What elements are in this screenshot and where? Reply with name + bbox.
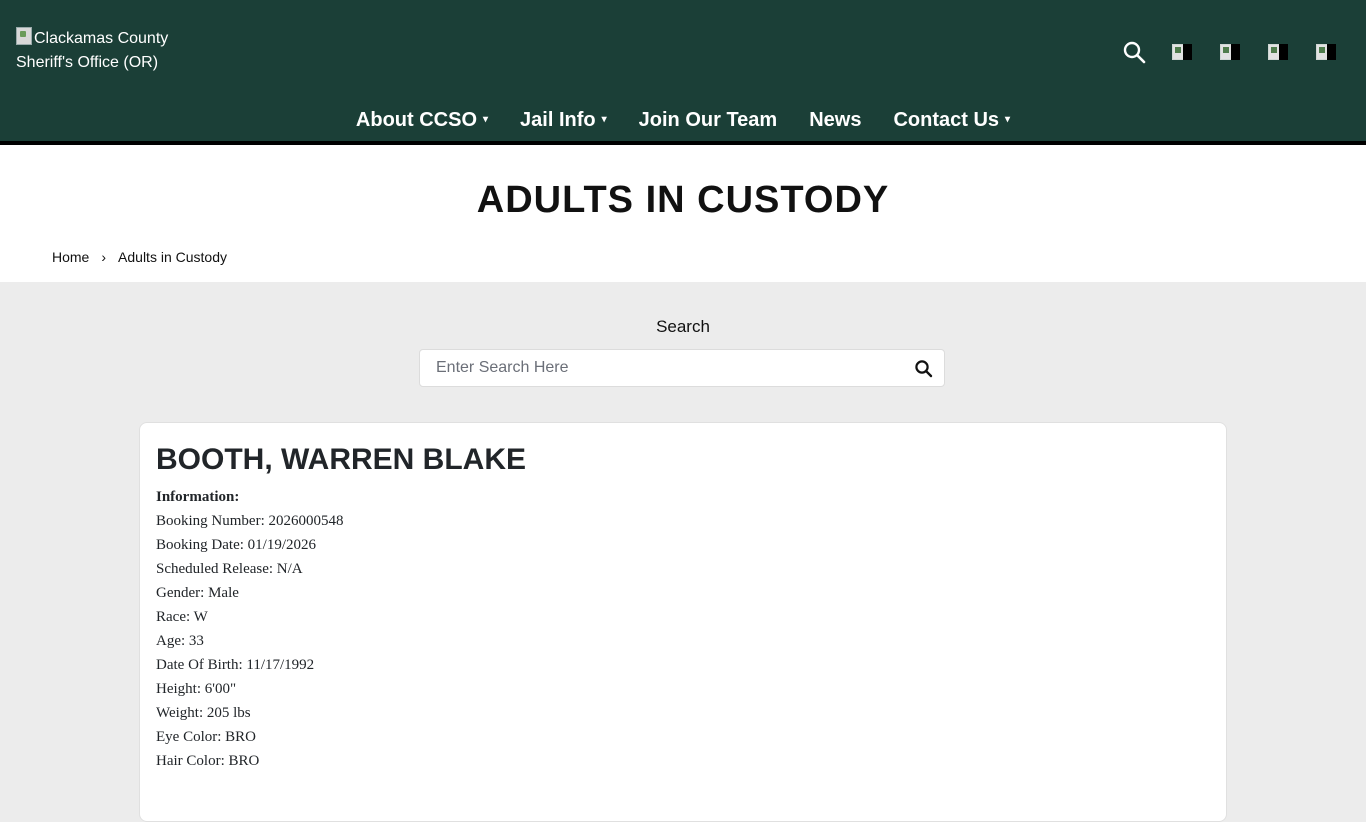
nav-news-label: News	[809, 109, 862, 131]
field-value: Male	[208, 585, 239, 601]
chevron-down-icon: ▾	[1005, 114, 1011, 125]
field-label: Race	[156, 609, 186, 625]
title-band: ADULTS IN CUSTODY Home › Adults in Custo…	[0, 145, 1366, 282]
field-label: Booking Date	[156, 537, 240, 553]
field-value: W	[193, 609, 208, 625]
breadcrumb-home-link[interactable]: Home	[52, 249, 89, 265]
inmate-information: Information: Booking Number: 2026000548 …	[156, 485, 344, 773]
field-label: Eye Color	[156, 729, 218, 745]
field-value: 2026000548	[268, 513, 344, 529]
field-value: BRO	[225, 729, 257, 745]
chevron-down-icon: ▾	[601, 114, 607, 125]
nav-news[interactable]: News	[809, 100, 861, 140]
site-header: Clackamas County Sheriff's Office (OR) A…	[0, 0, 1366, 145]
info-row-hair-color: Hair Color: BRO	[156, 753, 260, 769]
breadcrumb-separator-icon: ›	[101, 249, 107, 265]
info-row-age: Age: 33	[156, 633, 204, 649]
field-label: Hair Color	[156, 753, 221, 769]
nav-join-our-team-label: Join Our Team	[638, 109, 778, 131]
facebook-icon[interactable]	[1172, 42, 1194, 62]
info-row-height: Height: 6'00"	[156, 681, 237, 697]
search-submit-icon[interactable]	[914, 359, 934, 379]
information-heading: Information:	[156, 489, 240, 505]
search-icon[interactable]	[1122, 40, 1146, 64]
instagram-icon[interactable]	[1268, 42, 1290, 62]
logo-image-icon	[16, 27, 32, 45]
inmate-name: BOOTH, WARREN BLAKE	[156, 443, 526, 476]
field-label: Booking Number	[156, 513, 261, 529]
field-label: Age	[156, 633, 181, 649]
info-row-booking-number: Booking Number: 2026000548	[156, 513, 344, 529]
nav-jail-info[interactable]: Jail Info ▾	[520, 100, 607, 140]
field-label: Gender	[156, 585, 201, 601]
main-nav: About CCSO ▾ Jail Info ▾ Join Our Team N…	[0, 100, 1366, 140]
field-value: N/A	[276, 561, 303, 577]
info-row-booking-date: Booking Date: 01/19/2026	[156, 537, 317, 553]
info-row-weight: Weight: 205 lbs	[156, 705, 251, 721]
search-label: Search	[656, 317, 710, 336]
field-value: BRO	[228, 753, 260, 769]
info-row-gender: Gender: Male	[156, 585, 239, 601]
info-row-race: Race: W	[156, 609, 208, 625]
logo-alt-line2: Sheriff's Office (OR)	[16, 54, 159, 71]
info-row-date-of-birth: Date Of Birth: 11/17/1992	[156, 657, 315, 673]
field-label: Scheduled Release	[156, 561, 269, 577]
youtube-icon[interactable]	[1316, 42, 1338, 62]
info-row-scheduled-release: Scheduled Release: N/A	[156, 561, 303, 577]
field-value: 6'00"	[204, 681, 237, 697]
info-row-eye-color: Eye Color: BRO	[156, 729, 257, 745]
logo-alt-line1: Clackamas County	[34, 30, 169, 47]
field-value: 11/17/1992	[246, 657, 315, 673]
search-input[interactable]	[420, 350, 916, 386]
header-icons	[1122, 40, 1338, 64]
field-value: 33	[188, 633, 204, 649]
nav-about-ccso-label: About CCSO	[355, 109, 478, 131]
breadcrumb: Home › Adults in Custody	[52, 249, 227, 265]
nav-join-our-team[interactable]: Join Our Team	[639, 100, 778, 140]
field-label: Date Of Birth	[156, 657, 239, 673]
chevron-down-icon: ▾	[483, 114, 489, 125]
nav-about-ccso[interactable]: About CCSO ▾	[356, 100, 488, 140]
search-section: Search	[0, 282, 1366, 421]
inmate-card: BOOTH, WARREN BLAKE Information: Booking…	[139, 422, 1227, 822]
twitter-icon[interactable]	[1220, 42, 1242, 62]
nav-contact-us[interactable]: Contact Us ▾	[893, 100, 1010, 140]
nav-jail-info-label: Jail Info	[520, 109, 596, 131]
nav-contact-us-label: Contact Us	[893, 109, 1000, 131]
field-value: 205 lbs	[206, 705, 251, 721]
breadcrumb-current: Adults in Custody	[118, 249, 227, 265]
field-value: 01/19/2026	[247, 537, 317, 553]
field-label: Height	[156, 681, 197, 697]
page-title: ADULTS IN CUSTODY	[476, 179, 890, 221]
search-box	[419, 349, 945, 387]
field-label: Weight	[156, 705, 199, 721]
site-logo[interactable]: Clackamas County Sheriff's Office (OR)	[16, 27, 168, 75]
